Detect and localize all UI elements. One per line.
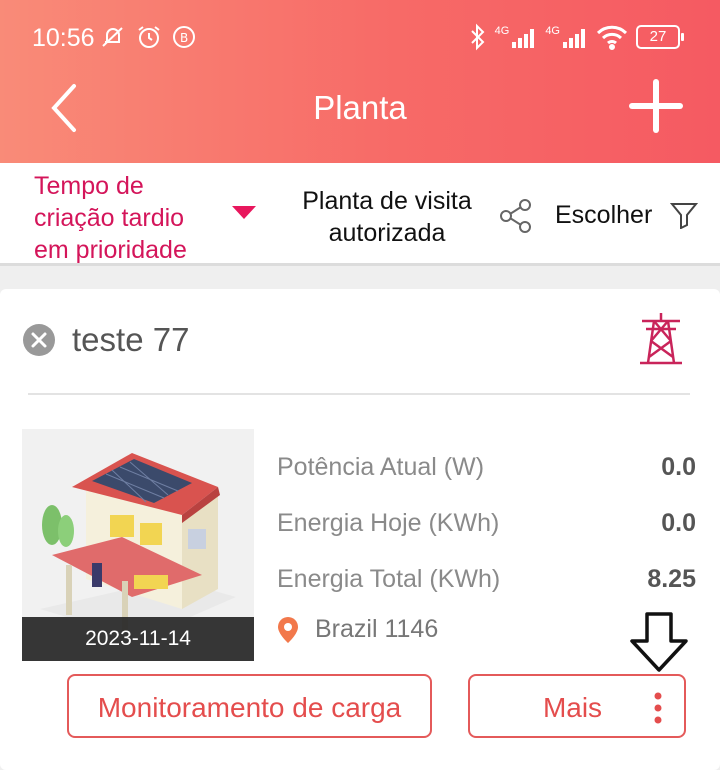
signal-1-icon (512, 29, 535, 48)
sort-order-selector[interactable]: Tempo de criação tardio em prioridade (34, 170, 234, 266)
signal-2-icon (563, 29, 585, 48)
more-button[interactable]: Mais (468, 674, 686, 738)
app-header: 10:56 B 4G 4G 27 Planta (0, 0, 720, 163)
plant-card[interactable]: teste 77 2023-11-14 Potência Atual (W) 0… (0, 289, 720, 770)
location-pin-icon (278, 616, 298, 643)
visit-line-1: Planta de visita (302, 187, 472, 215)
wifi-icon (596, 25, 628, 50)
more-options-icon (654, 692, 662, 724)
alarm-icon (138, 26, 160, 48)
b-badge-icon: B (173, 26, 195, 48)
location-text: Brazil 1146 (315, 615, 439, 643)
energy-today-value: 0.0 (661, 509, 696, 537)
signal-1-label: 4G (494, 25, 510, 37)
plant-location: Brazil 1146 (277, 615, 438, 644)
bluetooth-icon (470, 23, 485, 51)
authorized-visit-plant-tab[interactable]: Planta de visita autorizada (284, 185, 490, 249)
down-arrow-pointer-icon (630, 612, 688, 672)
load-monitoring-button[interactable]: Monitoramento de carga (67, 674, 432, 738)
plant-created-date: 2023-11-14 (22, 617, 254, 661)
card-divider (28, 393, 690, 395)
battery-indicator: 27 (636, 25, 684, 49)
sort-dropdown-icon[interactable] (232, 206, 256, 219)
add-plant-button[interactable] (628, 78, 684, 134)
status-time: 10:56 (32, 24, 95, 52)
page-title: Planta (313, 89, 407, 126)
current-power-value: 0.0 (661, 453, 696, 481)
mute-icon (102, 27, 123, 47)
status-right-icons: 4G 4G 27 (469, 23, 684, 51)
offline-status-icon (23, 324, 55, 356)
energy-total-label: Energia Total (KWh) (277, 565, 501, 593)
energy-total-value: 8.25 (647, 565, 696, 593)
filter-bar: Tempo de criação tardio em prioridade Pl… (0, 163, 720, 266)
plant-name: teste 77 (72, 321, 190, 358)
energy-today-label: Energia Hoje (KWh) (277, 509, 500, 537)
status-notification-icons: B (100, 24, 196, 50)
sort-line-3: em prioridade (34, 236, 187, 264)
sort-line-2: criação tardio (34, 204, 185, 232)
visit-line-2: autorizada (328, 219, 446, 247)
more-button-label: Mais (542, 692, 603, 723)
plant-house-image: 2023-11-14 (22, 429, 254, 661)
sort-line-1: Tempo de (34, 172, 144, 200)
grid-tower-icon (640, 313, 682, 365)
filter-icon[interactable] (670, 201, 698, 229)
share-icon[interactable] (498, 198, 534, 234)
current-power-label: Potência Atual (W) (277, 453, 485, 481)
status-bar: 10:56 B 4G 4G 27 (0, 0, 720, 80)
svg-text:B: B (180, 31, 188, 45)
choose-filter-button[interactable]: Escolher (555, 201, 652, 230)
signal-2-label: 4G (545, 25, 560, 37)
